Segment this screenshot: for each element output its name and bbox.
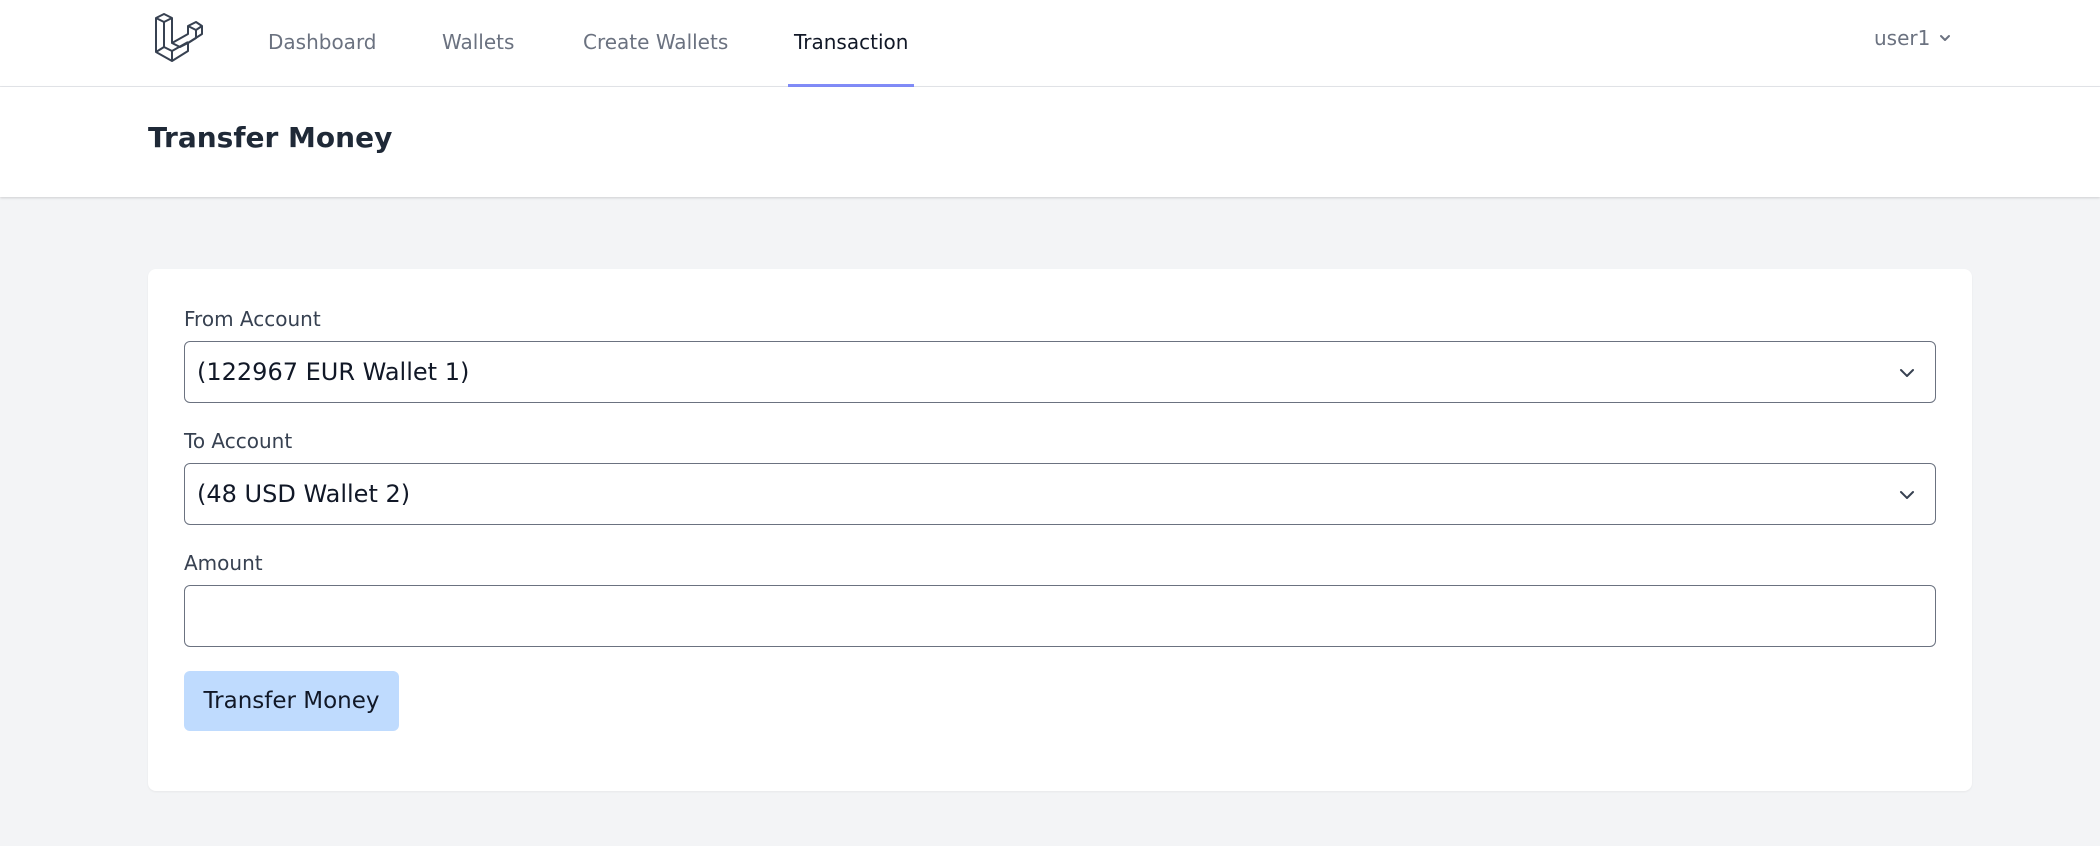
laravel-logo-icon[interactable] [153, 13, 203, 63]
nav-link-wallets[interactable]: Wallets [442, 0, 514, 87]
from-account-select[interactable]: (122967 EUR Wallet 1) [184, 341, 1936, 403]
amount-input[interactable] [184, 585, 1936, 647]
user-name: user1 [1874, 26, 1931, 50]
nav-link-create-wallets[interactable]: Create Wallets [583, 0, 728, 87]
chevron-down-icon [1940, 35, 1951, 41]
transfer-form-card: From Account (122967 EUR Wallet 1) To Ac… [148, 269, 1972, 791]
page-title: Transfer Money [148, 121, 393, 154]
from-account-selected-value: (122967 EUR Wallet 1) [197, 358, 470, 386]
chevron-down-icon [1900, 491, 1914, 499]
nav-link-dashboard[interactable]: Dashboard [268, 0, 377, 87]
from-account-label: From Account [184, 307, 321, 331]
chevron-down-icon [1900, 369, 1914, 377]
user-menu-button[interactable]: user1 [1874, 22, 1952, 54]
to-account-select[interactable]: (48 USD Wallet 2) [184, 463, 1936, 525]
top-navbar: Dashboard Wallets Create Wallets Transac… [0, 0, 2100, 87]
to-account-label: To Account [184, 429, 293, 453]
page-header: Transfer Money [0, 87, 2100, 197]
to-account-selected-value: (48 USD Wallet 2) [197, 480, 411, 508]
nav-link-transaction[interactable]: Transaction [788, 0, 915, 87]
amount-label: Amount [184, 551, 263, 575]
transfer-money-button[interactable]: Transfer Money [184, 671, 399, 731]
